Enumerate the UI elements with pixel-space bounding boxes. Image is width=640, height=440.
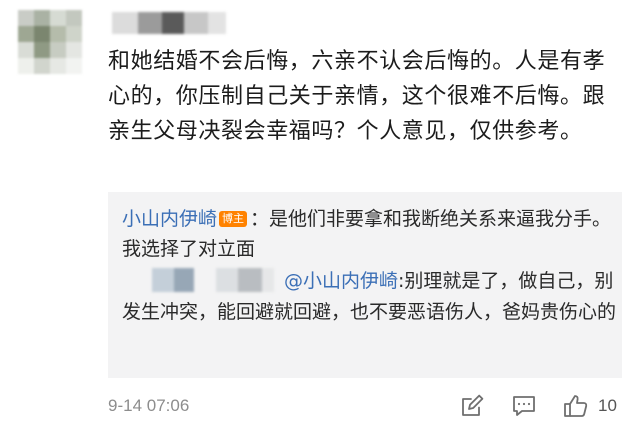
timestamp: 9-14 07:06 — [108, 396, 190, 415]
username-redacted[interactable] — [112, 12, 226, 34]
reply-thread[interactable]: 小山内伊崎 博主 ：是他们非要拿和我断绝关系来逼我分手。我选择了对立面 @小山内伊崎… — [108, 192, 622, 378]
edit-icon[interactable] — [458, 392, 486, 420]
reply-author-link[interactable]: 小山内伊崎 — [122, 208, 217, 230]
blogger-badge: 博主 — [219, 211, 248, 227]
comment-icon[interactable] — [510, 392, 538, 420]
reply-item: 小山内伊崎 博主 ：是他们非要拿和我断绝关系来逼我分手。我选择了对立面 — [122, 204, 616, 264]
mention-link[interactable]: @小山内伊崎 — [284, 270, 398, 292]
avatar[interactable] — [18, 10, 82, 74]
comment-text: 和她结婚不会后悔，六亲不认会后悔的。人是有孝心的，你压制自己关于亲情，这个很难不… — [108, 49, 606, 144]
like-count: 10 — [598, 396, 617, 415]
reply-separator: ： — [250, 208, 270, 230]
reply-item: @小山内伊崎:别理就是了，做自己，别发生冲突，能回避就回避，也不要恶语伤人，爸妈… — [122, 266, 616, 328]
weibo-comment-card: 和她结婚不会后悔，六亲不认会后悔的。人是有孝心的，你压制自己关于亲情，这个很难不… — [0, 0, 640, 440]
like-icon[interactable] — [562, 392, 590, 420]
